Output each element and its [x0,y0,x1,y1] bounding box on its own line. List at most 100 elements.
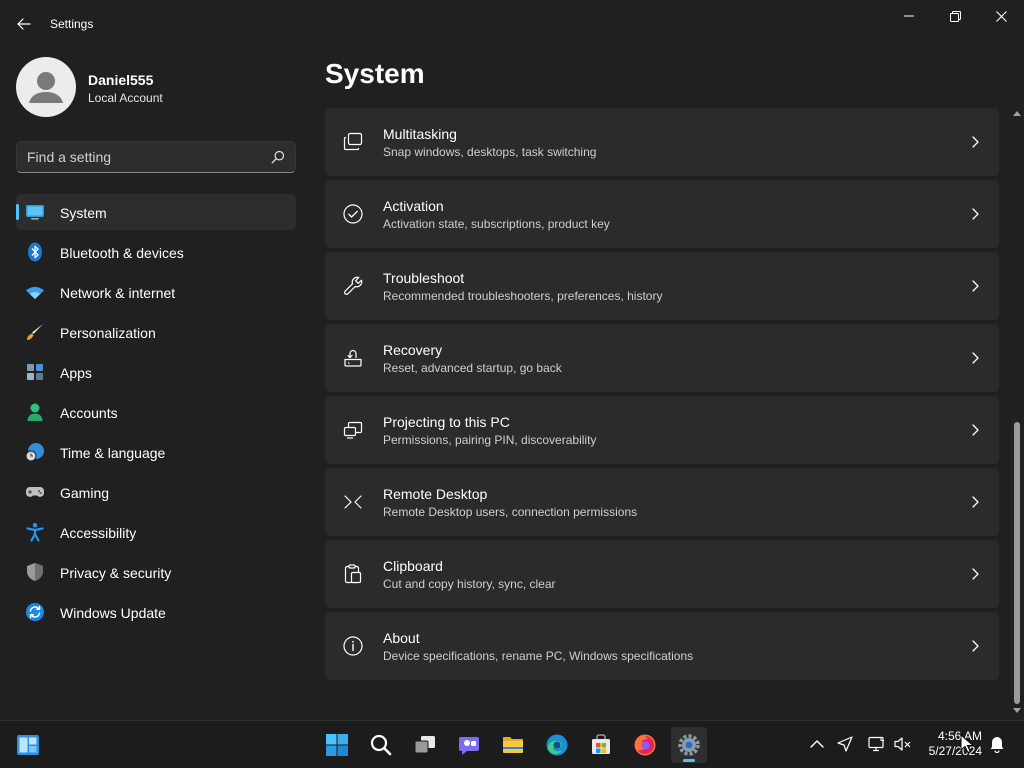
card-remote-desktop[interactable]: Remote Desktop Remote Desktop users, con… [325,468,999,536]
chevron-right-icon [972,424,979,436]
sidebar-item-system[interactable]: System [16,194,296,230]
volume-muted-icon [894,737,911,751]
edge-icon [546,734,568,756]
card-description: Reset, advanced startup, go back [383,361,562,375]
sidebar-item-time-language[interactable]: Time & language [16,434,296,470]
location-tray-button[interactable] [834,733,856,755]
scrollbar-thumb[interactable] [1014,422,1020,704]
taskbar: 4:56 AM 5/27/2024 [0,720,1024,768]
multitasking-icon [343,132,363,151]
network-icon [868,736,884,752]
search-box [16,141,296,173]
card-title: Recovery [383,342,443,358]
chevron-right-icon [972,280,979,292]
card-troubleshoot[interactable]: Troubleshoot Recommended troubleshooters… [325,252,999,320]
search-icon[interactable] [271,150,285,164]
minimize-button[interactable] [886,0,932,32]
user-name: Daniel555 [88,72,154,88]
store-button[interactable] [583,727,619,763]
volume-tray-button[interactable] [892,733,914,755]
card-description: Device specifications, rename PC, Window… [383,649,694,663]
sidebar-item-gaming[interactable]: Gaming [16,474,296,510]
sidebar-item-accessibility[interactable]: Accessibility [16,514,296,550]
card-title: Projecting to this PC [383,414,510,430]
chevron-right-icon [972,208,979,220]
card-clipboard[interactable]: Clipboard Cut and copy history, sync, cl… [325,540,999,608]
taskbar-search-button[interactable] [363,727,399,763]
card-description: Cut and copy history, sync, clear [383,577,556,591]
accessibility-icon [26,523,44,542]
restore-button[interactable] [932,0,978,32]
sidebar-item-bluetooth[interactable]: Bluetooth & devices [16,234,296,270]
sidebar-item-apps[interactable]: Apps [16,354,296,390]
person-icon [27,403,43,421]
sidebar-item-windows-update[interactable]: Windows Update [16,594,296,630]
page-title: System [325,58,425,89]
sidebar-item-label: Windows Update [60,605,166,621]
card-recovery[interactable]: Recovery Reset, advanced startup, go bac… [325,324,999,392]
card-about[interactable]: About Device specifications, rename PC, … [325,612,999,680]
info-icon [343,636,363,656]
sidebar-nav: System Bluetooth & devices Network & int… [16,194,296,634]
remote-desktop-icon [344,495,362,509]
account-type: Local Account [88,91,163,105]
card-description: Snap windows, desktops, task switching [383,145,597,159]
card-title: Multitasking [383,126,457,142]
card-description: Recommended troubleshooters, preferences… [383,289,663,303]
apps-icon [27,364,43,380]
title-bar: Settings [0,0,1024,48]
shield-icon [27,563,43,581]
chevron-right-icon [972,496,979,508]
settings-icon [678,734,700,756]
sidebar-item-network[interactable]: Network & internet [16,274,296,310]
search-input[interactable] [17,142,267,172]
task-view-icon [414,736,435,754]
projecting-icon [343,421,363,439]
sidebar-item-label: System [60,205,107,221]
sidebar-item-label: Personalization [60,325,156,341]
close-button[interactable] [978,0,1024,32]
card-title: Remote Desktop [383,486,488,502]
card-activation[interactable]: Activation Activation state, subscriptio… [325,180,999,248]
avatar[interactable] [16,57,76,117]
edge-button[interactable] [539,727,575,763]
wifi-icon [26,286,44,299]
chat-button[interactable] [451,727,487,763]
file-explorer-button[interactable] [495,727,531,763]
globe-clock-icon [25,443,44,462]
widgets-icon [17,735,39,755]
card-title: About [383,630,420,646]
scroll-up-arrow[interactable] [1013,110,1021,118]
clipboard-icon [344,564,362,584]
search-icon [370,734,392,756]
network-tray-button[interactable] [866,733,888,755]
monitor-icon [26,205,44,220]
card-title: Clipboard [383,558,443,574]
chevron-right-icon [972,136,979,148]
widgets-button[interactable] [10,727,46,763]
chevron-right-icon [972,640,979,652]
notification-center-button[interactable] [986,733,1008,755]
back-button[interactable] [10,10,38,38]
gamepad-icon [26,487,44,497]
sidebar-item-label: Network & internet [60,285,176,301]
card-multitasking[interactable]: Multitasking Snap windows, desktops, tas… [325,108,999,176]
chevron-right-icon [972,568,979,580]
sidebar-item-privacy[interactable]: Privacy & security [16,554,296,590]
card-projecting[interactable]: Projecting to this PC Permissions, pairi… [325,396,999,464]
firefox-button[interactable] [627,727,663,763]
show-hidden-icons-button[interactable] [806,733,828,755]
close-icon [995,10,1007,22]
start-button[interactable] [319,727,355,763]
scroll-down-arrow[interactable] [1013,706,1021,714]
sidebar-item-accounts[interactable]: Accounts [16,394,296,430]
sidebar-item-label: Bluetooth & devices [60,245,184,261]
sidebar-item-label: Time & language [60,445,166,461]
location-icon [837,736,853,752]
card-title: Troubleshoot [383,270,465,286]
task-view-button[interactable] [407,727,443,763]
file-explorer-icon [503,737,523,753]
sidebar-item-personalization[interactable]: Personalization [16,314,296,350]
minimize-icon [904,15,914,17]
settings-button[interactable] [671,727,707,763]
